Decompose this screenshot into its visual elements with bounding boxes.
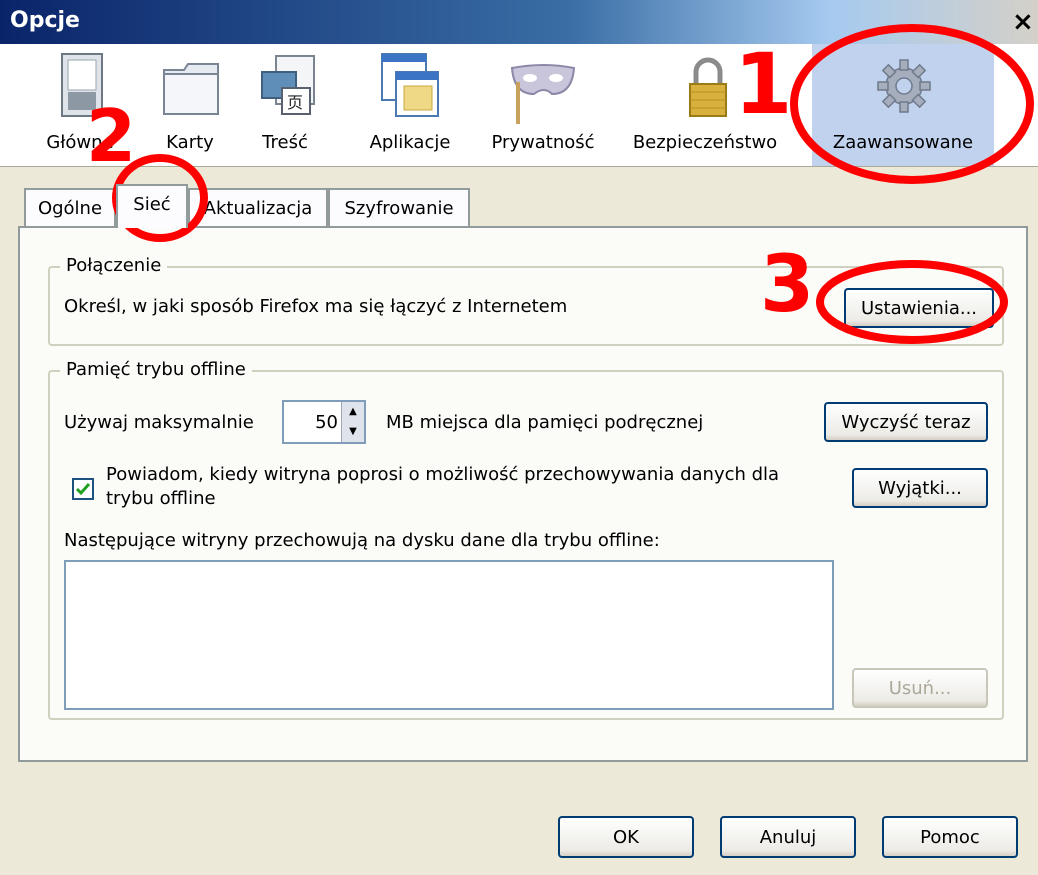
tab-network[interactable]: Sieć xyxy=(116,184,188,228)
folder-tabs-icon xyxy=(163,63,219,115)
clear-cache-button[interactable]: Wyczyść teraz xyxy=(824,402,988,442)
preferences-toolbar: Główne Karty 页 Treść Aplikacje Prywatnoś… xyxy=(0,44,1038,167)
gear-icon xyxy=(877,59,931,113)
close-icon[interactable]: × xyxy=(1012,8,1038,36)
cache-size-value: 50 xyxy=(315,412,338,433)
toolbar-label-content: Treść xyxy=(262,132,308,153)
cancel-button[interactable]: Anuluj xyxy=(720,816,856,858)
connection-settings-button[interactable]: Ustawienia... xyxy=(844,288,994,328)
offline-sites-label: Następujące witryny przechowują na dysku… xyxy=(64,530,660,551)
toolbar-item-applications[interactable]: Aplikacje xyxy=(360,44,460,166)
cache-size-stepper[interactable]: 50 ▲ ▼ xyxy=(282,400,366,444)
connection-description: Określ, w jaki sposób Firefox ma się łąc… xyxy=(64,296,568,317)
toolbar-label-tabs: Karty xyxy=(166,132,214,153)
padlock-icon xyxy=(689,57,727,117)
tab-update[interactable]: Aktualizacja xyxy=(188,188,328,226)
toolbar-item-privacy[interactable]: Prywatność xyxy=(478,44,608,166)
use-max-label: Używaj maksymalnie xyxy=(64,412,254,433)
offline-storage-group: Pamięć trybu offline Używaj maksymalnie … xyxy=(48,359,1004,720)
notify-offline-label-line2: trybu offline xyxy=(106,488,216,509)
help-button[interactable]: Pomoc xyxy=(882,816,1018,858)
annotation-number-3: 3 xyxy=(760,240,815,330)
mask-icon xyxy=(510,64,576,124)
offline-group-label: Pamięć trybu offline xyxy=(60,359,252,380)
tab-encryption[interactable]: Szyfrowanie xyxy=(328,188,470,226)
content-icon: 页 xyxy=(261,55,315,115)
connection-group: Połączenie Określ, w jaki sposób Firefox… xyxy=(48,255,1004,346)
toolbar-item-content[interactable]: 页 Treść xyxy=(250,44,320,166)
network-panel: Połączenie Określ, w jaki sposób Firefox… xyxy=(18,226,1028,762)
title-bar: Opcje × xyxy=(0,0,1038,44)
tab-general[interactable]: Ogólne xyxy=(24,188,116,226)
applications-icon xyxy=(381,53,439,117)
toolbar-label-applications: Aplikacje xyxy=(369,132,451,153)
annotation-number-1: 1 xyxy=(734,35,793,133)
cache-mb-label: MB miejsca dla pamięci podręcznej xyxy=(386,412,704,433)
remove-site-button[interactable]: Usuń... xyxy=(852,668,988,708)
toolbar-label-security: Bezpieczeństwo xyxy=(632,132,778,153)
stepper-up-button[interactable]: ▲ xyxy=(341,402,364,423)
toolbar-label-privacy: Prywatność xyxy=(491,132,595,153)
connection-group-label: Połączenie xyxy=(60,255,168,276)
exceptions-button[interactable]: Wyjątki... xyxy=(852,468,988,508)
annotation-number-2: 2 xyxy=(86,94,137,178)
toolbar-item-advanced[interactable]: Zaawansowane xyxy=(812,44,994,166)
toolbar-item-tabs[interactable]: Karty xyxy=(150,44,230,166)
checkmark-icon xyxy=(75,483,91,496)
svg-text:页: 页 xyxy=(287,93,303,112)
notify-offline-label-line1: Powiadom, kiedy witryna poprosi o możliw… xyxy=(106,464,780,485)
offline-sites-list[interactable] xyxy=(64,560,834,710)
toolbar-label-advanced: Zaawansowane xyxy=(832,132,974,153)
notify-offline-checkbox[interactable] xyxy=(72,478,94,500)
stepper-down-button[interactable]: ▼ xyxy=(341,422,364,442)
window-title: Opcje xyxy=(10,8,80,33)
ok-button[interactable]: OK xyxy=(558,816,694,858)
